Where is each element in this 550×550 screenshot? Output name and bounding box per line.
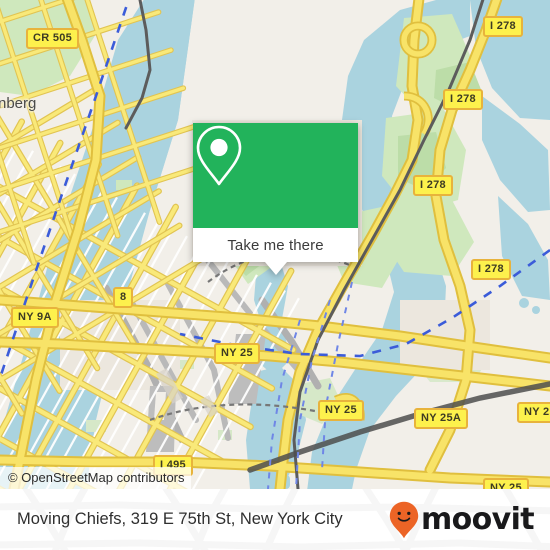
map-canvas[interactable]: CR 505 I 278 I 278 I 278 I 278 8 NY 9A N…	[0, 0, 550, 489]
road-shield: NY 25	[318, 400, 364, 421]
place-label: nberg	[0, 95, 37, 112]
road-shield: I 278	[471, 259, 511, 280]
road-shield: I 278	[443, 89, 483, 110]
road-shield: I 278	[413, 175, 453, 196]
road-shield: NY 9A	[11, 307, 59, 328]
footer-bar: Moving Chiefs, 319 E 75th St, New York C…	[0, 489, 550, 550]
road-shield: NY 25	[483, 478, 529, 489]
map-pin-icon	[196, 125, 242, 186]
road-shield: 8	[113, 287, 134, 308]
moovit-logo[interactable]: moovit	[389, 489, 535, 550]
road-shield: NY 25A	[414, 408, 469, 429]
take-me-there-label: Take me there	[227, 236, 324, 254]
road-shield: NY 25	[517, 402, 550, 423]
road-shield: NY 25	[214, 343, 260, 364]
map-screenshot: CR 505 I 278 I 278 I 278 I 278 8 NY 9A N…	[0, 0, 550, 550]
popup-pointer	[264, 262, 287, 275]
moovit-wordmark: moovit	[420, 501, 535, 537]
road-shield: I 278	[483, 16, 523, 37]
osm-attribution[interactable]: © OpenStreetMap contributors	[0, 467, 191, 489]
location-popup-card[interactable]: Take me there	[193, 123, 358, 275]
moovit-smiley-pin-icon	[389, 501, 419, 538]
location-title: Moving Chiefs, 319 E 75th St, New York C…	[17, 510, 343, 528]
road-shield: CR 505	[26, 28, 80, 49]
take-me-there-button[interactable]: Take me there	[193, 228, 358, 275]
popup-icon-area	[193, 123, 358, 228]
